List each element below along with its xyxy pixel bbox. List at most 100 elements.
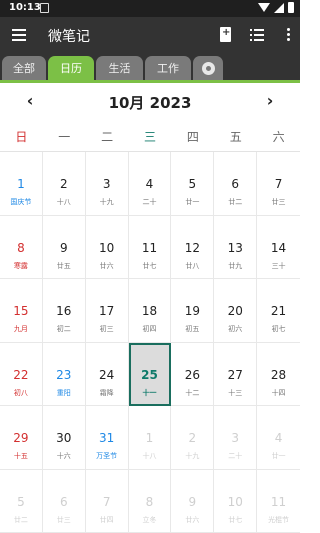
calendar-day[interactable]: 23 重阳 bbox=[42, 342, 86, 406]
calendar-day[interactable]: 1 十八 bbox=[128, 406, 172, 470]
lunar-label: 廿二 bbox=[13, 515, 28, 524]
lunar-label: 初三 bbox=[99, 325, 114, 333]
lunar-label: 廿四 bbox=[99, 515, 114, 524]
day-number: 4 bbox=[145, 177, 154, 191]
calendar-day[interactable]: 12 廿八 bbox=[171, 215, 215, 279]
calendar-day[interactable]: 5 廿二 bbox=[0, 469, 43, 533]
new-note-button[interactable] bbox=[217, 26, 235, 44]
weekday-label: 六 bbox=[272, 130, 285, 144]
calendar-day[interactable]: 28 十四 bbox=[257, 343, 300, 406]
tab-calendar[interactable]: 日历 bbox=[48, 56, 94, 80]
day-number: 18 bbox=[141, 304, 158, 318]
calendar-day[interactable]: 19 初五 bbox=[171, 279, 215, 343]
calendar-day[interactable]: 1 国庆节 bbox=[0, 152, 43, 216]
calendar-day[interactable]: 2 十八 bbox=[42, 152, 86, 216]
calendar-day[interactable]: 13 廿九 bbox=[214, 215, 258, 279]
lunar-label: 立冬 bbox=[142, 515, 157, 524]
calendar-day[interactable]: 14 三十 bbox=[257, 216, 300, 279]
day-number: 24 bbox=[98, 367, 115, 382]
day-number: 26 bbox=[184, 367, 200, 382]
weekday-header: 日 一 二 三 四 五 六 bbox=[0, 122, 300, 152]
day-number: 2 bbox=[59, 177, 68, 191]
day-number: 4 bbox=[274, 431, 283, 445]
notification-icon bbox=[40, 3, 49, 13]
calendar-day[interactable]: 4 廿一 bbox=[257, 406, 300, 470]
lunar-label: 廿二 bbox=[228, 198, 243, 206]
calendar-day[interactable]: 29 十五 bbox=[0, 406, 43, 470]
day-number: 9 bbox=[59, 240, 68, 255]
list-view-icon bbox=[250, 29, 264, 41]
calendar-day[interactable]: 10 廿六 bbox=[85, 215, 129, 279]
day-number: 7 bbox=[274, 177, 283, 191]
calendar-day[interactable]: 11 廿七 bbox=[128, 215, 172, 279]
day-number: 6 bbox=[59, 494, 68, 509]
calendar-day[interactable]: 16 初二 bbox=[42, 279, 86, 343]
tab-settings[interactable] bbox=[193, 56, 223, 80]
day-number: 16 bbox=[56, 304, 72, 318]
status-time: 10:13 bbox=[9, 2, 41, 13]
lunar-label: 二十 bbox=[142, 198, 157, 206]
calendar-day[interactable]: 20 初六 bbox=[214, 279, 258, 343]
calendar-day[interactable]: 21 初七 bbox=[257, 279, 300, 343]
day-number: 14 bbox=[270, 240, 287, 255]
calendar-day[interactable]: 8 立冬 bbox=[128, 469, 172, 533]
lunar-label: 三十 bbox=[271, 261, 286, 270]
calendar-grid: 1 国庆节 2 十八 3 十九 4 二十 5 廿一 6 廿二 7 廿三 8 寒露 9 廿五 10 廿六 11 廿七 12 廿八… bbox=[0, 152, 300, 533]
calendar-day[interactable]: 7 廿四 bbox=[85, 469, 129, 533]
tab-work[interactable]: 工作 bbox=[145, 56, 191, 80]
lunar-label: 初五 bbox=[185, 325, 200, 333]
calendar-day[interactable]: 26 十二 bbox=[171, 342, 215, 406]
weekday-label: 一 bbox=[58, 130, 71, 144]
day-number: 1 bbox=[145, 431, 154, 445]
day-number: 23 bbox=[56, 367, 72, 382]
lunar-label: 十九 bbox=[185, 452, 200, 460]
calendar-day[interactable]: 9 廿六 bbox=[171, 469, 215, 533]
lunar-label: 重阳 bbox=[56, 388, 71, 397]
lunar-label: 廿八 bbox=[185, 261, 200, 270]
day-number: 27 bbox=[227, 367, 243, 382]
calendar-day[interactable]: 6 廿三 bbox=[42, 469, 86, 533]
calendar-day[interactable]: 24 霜降 bbox=[85, 342, 129, 406]
calendar-day[interactable]: 18 初四 bbox=[128, 279, 172, 343]
calendar-day[interactable]: 5 廿一 bbox=[171, 152, 215, 216]
weekday-label: 三 bbox=[143, 130, 156, 144]
calendar-day-today[interactable]: 25 十一 bbox=[128, 342, 172, 406]
tab-life[interactable]: 生活 bbox=[96, 56, 143, 80]
calendar-day[interactable]: 27 十三 bbox=[214, 342, 258, 406]
lunar-label: 十一 bbox=[142, 388, 157, 397]
weekday-label: 日 bbox=[15, 130, 28, 144]
day-number: 8 bbox=[17, 240, 25, 255]
calendar-day[interactable]: 15 九月 bbox=[0, 279, 43, 343]
next-month-button[interactable]: › bbox=[261, 92, 279, 110]
tab-all[interactable]: 全部 bbox=[2, 56, 46, 80]
lunar-label: 廿七 bbox=[142, 261, 157, 270]
day-number: 12 bbox=[184, 240, 200, 255]
calendar-day[interactable]: 17 初三 bbox=[85, 279, 129, 343]
lunar-label: 国庆节 bbox=[10, 198, 32, 206]
calendar-day[interactable]: 30 十六 bbox=[42, 406, 86, 470]
signal-icon bbox=[274, 2, 284, 13]
calendar-day[interactable]: 10 廿七 bbox=[214, 469, 258, 533]
calendar-day[interactable]: 11 光棍节 bbox=[257, 470, 300, 533]
calendar-day[interactable]: 22 初八 bbox=[0, 342, 43, 406]
day-number: 1 bbox=[17, 177, 25, 191]
calendar-day[interactable]: 31 万圣节 bbox=[85, 406, 129, 470]
lunar-label: 万圣节 bbox=[96, 452, 118, 460]
system-icons bbox=[258, 2, 294, 13]
lunar-label: 廿三 bbox=[271, 198, 286, 206]
day-number: 17 bbox=[98, 304, 115, 318]
calendar-day[interactable]: 4 二十 bbox=[128, 152, 172, 216]
calendar-day[interactable]: 7 廿三 bbox=[257, 152, 300, 216]
lunar-label: 廿一 bbox=[271, 452, 286, 460]
calendar-day[interactable]: 9 廿五 bbox=[42, 215, 86, 279]
list-view-button[interactable] bbox=[248, 26, 266, 44]
lunar-label: 廿五 bbox=[56, 261, 71, 270]
hamburger-icon[interactable] bbox=[12, 29, 26, 41]
calendar-day[interactable]: 8 寒露 bbox=[0, 215, 43, 279]
more-options-button[interactable] bbox=[279, 26, 297, 44]
calendar-day[interactable]: 3 二十 bbox=[214, 406, 258, 470]
calendar-day[interactable]: 3 十九 bbox=[85, 152, 129, 216]
calendar-day[interactable]: 6 廿二 bbox=[214, 152, 258, 216]
day-number: 25 bbox=[141, 367, 158, 382]
calendar-day[interactable]: 2 十九 bbox=[171, 406, 215, 470]
